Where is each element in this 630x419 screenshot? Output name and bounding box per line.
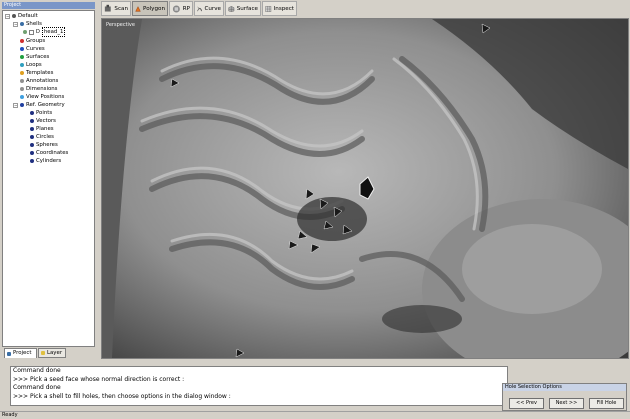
tree-item-points[interactable]: Points: [30, 109, 52, 117]
console-line: Command done: [13, 384, 61, 391]
tree-item-cylinders[interactable]: Cylinders: [30, 157, 61, 165]
project-icon: [7, 351, 11, 356]
annotation-icon: [20, 79, 24, 83]
tree-item-groups[interactable]: Groups: [20, 37, 45, 45]
polygon-button[interactable]: Polygon: [132, 1, 168, 16]
tab-project[interactable]: Project: [4, 348, 37, 358]
tree-item-surfaces[interactable]: Surfaces: [20, 53, 49, 61]
mesh-render[interactable]: [102, 19, 628, 358]
surface-icon: [228, 5, 235, 12]
template-icon: [20, 71, 24, 75]
collapse-icon[interactable]: −: [13, 21, 18, 27]
tree-item-head[interactable]: D head_1: [23, 27, 66, 37]
curve-icon: [20, 47, 24, 51]
ref-geometry-icon: [20, 103, 24, 107]
tree-item-ref-geometry[interactable]: − Ref. Geometry: [13, 101, 65, 109]
scan-button[interactable]: Scan: [101, 1, 131, 16]
curve-icon: [197, 6, 203, 11]
tree-item-vectors[interactable]: Vectors: [30, 117, 56, 125]
rp-button[interactable]: RP: [169, 1, 193, 16]
console-line: >>> Pick a shell to fill holes, then cho…: [13, 392, 231, 400]
tree-item-circles[interactable]: Circles: [30, 133, 54, 141]
cylinders-icon: [30, 159, 34, 163]
panel-tabs: Project Layer: [2, 348, 95, 359]
vectors-icon: [30, 119, 34, 123]
collapse-icon[interactable]: −: [13, 102, 18, 108]
tree-item-shells[interactable]: − Shells: [13, 20, 42, 28]
dialog-title: Hole Selection Options: [503, 384, 626, 391]
tree-item-curves[interactable]: Curves: [20, 45, 45, 53]
points-icon: [30, 111, 34, 115]
fill-hole-button[interactable]: Fill Hole: [589, 398, 624, 409]
loop-icon: [20, 63, 24, 67]
panel-title: Project: [2, 2, 95, 9]
status-bar: Ready: [0, 411, 630, 419]
layer-icon: [41, 351, 45, 355]
project-panel: Project − Default − Shells D head_1 Grou…: [0, 0, 97, 360]
view-icon: [20, 95, 24, 99]
3d-viewport[interactable]: Perspective: [101, 18, 629, 359]
curve-button[interactable]: Curve: [194, 1, 224, 16]
tree-item-dimensions[interactable]: Dimensions: [20, 85, 57, 93]
coordinates-icon: [30, 151, 34, 155]
circles-icon: [30, 135, 34, 139]
group-icon: [20, 39, 24, 43]
tree-item-coordinates[interactable]: Coordinates: [30, 149, 68, 157]
collapse-icon[interactable]: −: [5, 13, 10, 19]
visibility-icon[interactable]: [23, 30, 27, 34]
scan-icon: [104, 4, 111, 12]
polygon-icon: [135, 5, 141, 12]
tree-item-annotations[interactable]: Annotations: [20, 77, 58, 85]
checkbox[interactable]: [29, 29, 34, 35]
mode-toolbar: Scan Polygon RP Curve Surface Inspect: [99, 0, 630, 17]
tree-item-templates[interactable]: Templates: [20, 69, 53, 77]
spheres-icon: [30, 143, 34, 147]
mesh-icon: D: [36, 29, 40, 35]
tree-item-default[interactable]: − Default: [5, 12, 38, 20]
folder-icon: [12, 14, 16, 18]
project-tree[interactable]: − Default − Shells D head_1 Groups Curve…: [2, 10, 95, 347]
console-line: Command done: [13, 367, 61, 374]
surface-button[interactable]: Surface: [225, 1, 261, 16]
planes-icon: [30, 127, 34, 131]
tree-item-planes[interactable]: Planes: [30, 125, 54, 133]
prev-button[interactable]: << Prev: [509, 398, 544, 409]
console-output[interactable]: Command done >>> Pick a seed face whose …: [10, 366, 508, 406]
dimension-icon: [20, 87, 24, 91]
inspect-icon: [265, 5, 272, 12]
tree-item-loops[interactable]: Loops: [20, 61, 42, 69]
next-button[interactable]: Next >>: [549, 398, 584, 409]
tab-layer[interactable]: Layer: [38, 348, 66, 358]
tree-item-spheres[interactable]: Spheres: [30, 141, 58, 149]
shell-icon: [20, 22, 24, 26]
viewport-label: Perspective: [106, 22, 135, 28]
rp-icon: [172, 5, 180, 12]
surface-icon: [20, 55, 24, 59]
console-line: >>> Pick a seed face whose normal direct…: [13, 375, 185, 383]
tree-item-view-positions[interactable]: View Positions: [20, 93, 64, 101]
hole-selection-dialog: Hole Selection Options << Prev Next >> F…: [502, 383, 627, 411]
inspect-button[interactable]: Inspect: [262, 1, 297, 16]
